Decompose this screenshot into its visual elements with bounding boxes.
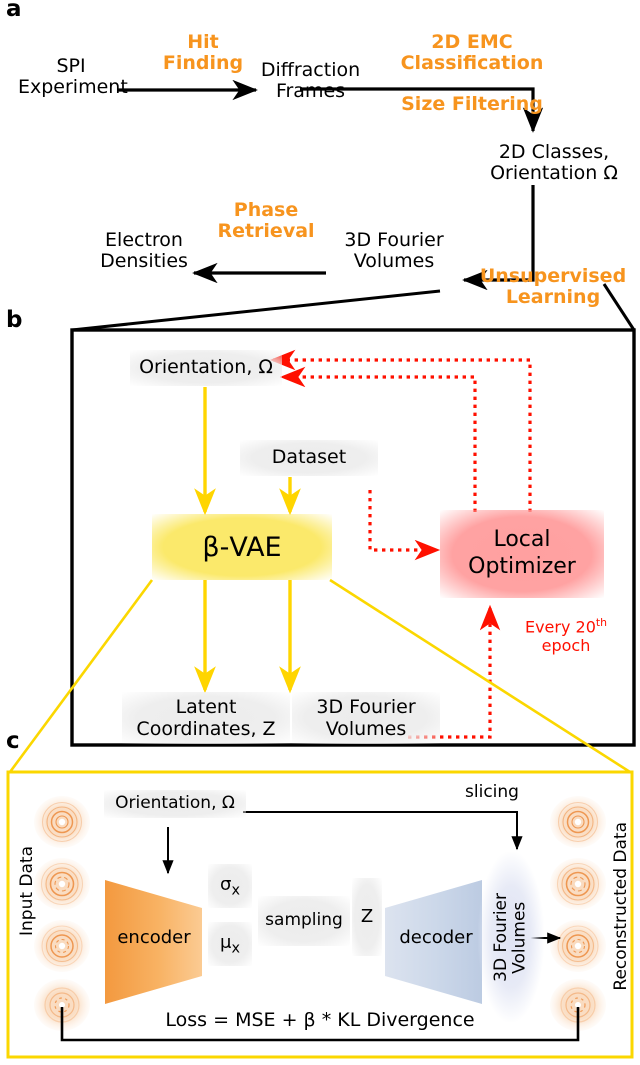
frames-line2: Frames <box>275 80 346 103</box>
mu-sub: x <box>231 940 240 957</box>
fourier-b-line2: Volumes <box>325 718 407 740</box>
box-orientation-c: Orientation, Ω <box>104 790 246 818</box>
node-2d-classes: 2D Classes, Orientation Ω <box>470 141 638 185</box>
shape-3d-fourier-volumes-c: 3D Fourier Volumes <box>478 852 544 1022</box>
frames-line1: Diffraction <box>260 59 361 81</box>
emc-line1: 2D EMC <box>431 31 513 53</box>
label-input-data: Input Data <box>17 846 37 937</box>
decoder-text: decoder <box>399 927 473 948</box>
fourier-c-line2: Volumes <box>510 900 530 974</box>
epoch-line1: Every 20th <box>500 616 632 637</box>
input-data-text: Input Data <box>17 846 37 937</box>
figure-root: a SPI Experiment Hit Finding Diffraction… <box>0 0 640 1065</box>
box-beta-vae-label: β-VAE <box>202 531 282 563</box>
annotation-slicing: slicing <box>437 782 547 802</box>
slicing-text: slicing <box>465 782 519 802</box>
densities-line1: Electron <box>105 229 183 251</box>
node-3d-fourier-volumes-a: 3D Fourier Volumes <box>324 229 464 273</box>
reconstructed-diffraction-patterns <box>550 796 606 1031</box>
annotation-loss-equation: Loss = MSE + β * KL Divergence <box>62 1009 578 1031</box>
node-spi-line1: SPI <box>56 55 86 77</box>
box-beta-vae: β-VAE <box>152 514 332 580</box>
edge-label-2d-emc: 2D EMC Classification <box>382 31 562 75</box>
latent-line2: Coordinates, Z <box>136 718 276 740</box>
box-sigma-x: σx <box>208 864 252 908</box>
fourier-a-line1: 3D Fourier <box>344 229 444 251</box>
label-encoder: encoder <box>108 927 200 948</box>
mu-base: μ <box>220 931 232 953</box>
reconstructed-data-text: Reconstructed Data <box>611 822 631 991</box>
edge-label-size-filtering: Size Filtering <box>382 93 562 115</box>
latent-z-label: Z <box>360 905 374 927</box>
label-decoder: decoder <box>390 927 482 948</box>
box-orientation-b-label: Orientation, Ω <box>139 356 273 379</box>
fourier-b-line1: 3D Fourier <box>316 695 416 718</box>
node-electron-densities: Electron Densities <box>90 229 198 273</box>
latent-line1: Latent <box>175 695 237 718</box>
box-orientation-b: Orientation, Ω <box>130 350 282 386</box>
box-dataset: Dataset <box>240 440 378 476</box>
box-3d-fourier-volumes-b: 3D Fourier Volumes <box>292 692 440 744</box>
annotation-every-20th-epoch: Every 20th epoch <box>500 616 632 655</box>
sampling-label: sampling <box>265 910 343 931</box>
box-local-optimizer: Local Optimizer <box>440 510 604 598</box>
panel-b-label: b <box>6 307 23 333</box>
label-reconstructed-data: Reconstructed Data <box>611 822 631 991</box>
node-diffraction-frames: Diffraction Frames <box>253 59 368 103</box>
fourier-c-line1: 3D Fourier <box>491 892 512 982</box>
node-spi-line2: Experiment <box>18 76 128 99</box>
hit-finding-line2: Finding <box>162 52 244 75</box>
edge-label-hit-finding: Hit Finding <box>148 31 258 75</box>
box-latent-z: Z <box>352 878 382 956</box>
sigma-sub: x <box>231 882 240 899</box>
edge-label-phase-retrieval: Phase Retrieval <box>205 199 327 243</box>
epoch-line2: epoch <box>541 635 591 655</box>
unsupervised-line1: Unsupervised <box>479 265 627 287</box>
input-diffraction-patterns <box>34 796 90 1031</box>
classes-line2: Orientation Ω <box>490 162 618 185</box>
unsupervised-line2: Learning <box>505 286 601 309</box>
box-latent-coordinates: Latent Coordinates, Z <box>122 692 290 744</box>
box-sampling: sampling <box>258 896 350 946</box>
phase-line1: Phase <box>233 199 299 221</box>
box-mu-x: μx <box>208 922 252 966</box>
phase-line2: Retrieval <box>217 220 315 243</box>
loss-text: Loss = MSE + β * KL Divergence <box>165 1009 475 1031</box>
epoch-superscript: th <box>595 616 608 629</box>
panel-a-label: a <box>6 0 22 22</box>
hit-finding-line1: Hit <box>187 31 219 53</box>
panel-c-label: c <box>6 728 20 754</box>
local-optimizer-line1: Local <box>493 527 551 553</box>
emc-line2: Classification <box>400 52 544 75</box>
local-optimizer-line2: Optimizer <box>468 554 576 579</box>
box-orientation-c-label: Orientation, Ω <box>115 793 235 814</box>
sigma-base: σ <box>220 873 232 895</box>
size-filtering-line1: Size Filtering <box>401 93 543 115</box>
box-dataset-label: Dataset <box>271 446 347 469</box>
encoder-text: encoder <box>117 927 191 948</box>
node-spi-experiment: SPI Experiment <box>18 55 128 99</box>
densities-line2: Densities <box>100 250 188 273</box>
edge-label-unsupervised-learning: Unsupervised Learning <box>466 265 640 309</box>
epoch-line1-text: Every 20 <box>524 617 596 637</box>
classes-line1: 2D Classes, <box>498 141 610 163</box>
fourier-a-line2: Volumes <box>353 250 435 273</box>
